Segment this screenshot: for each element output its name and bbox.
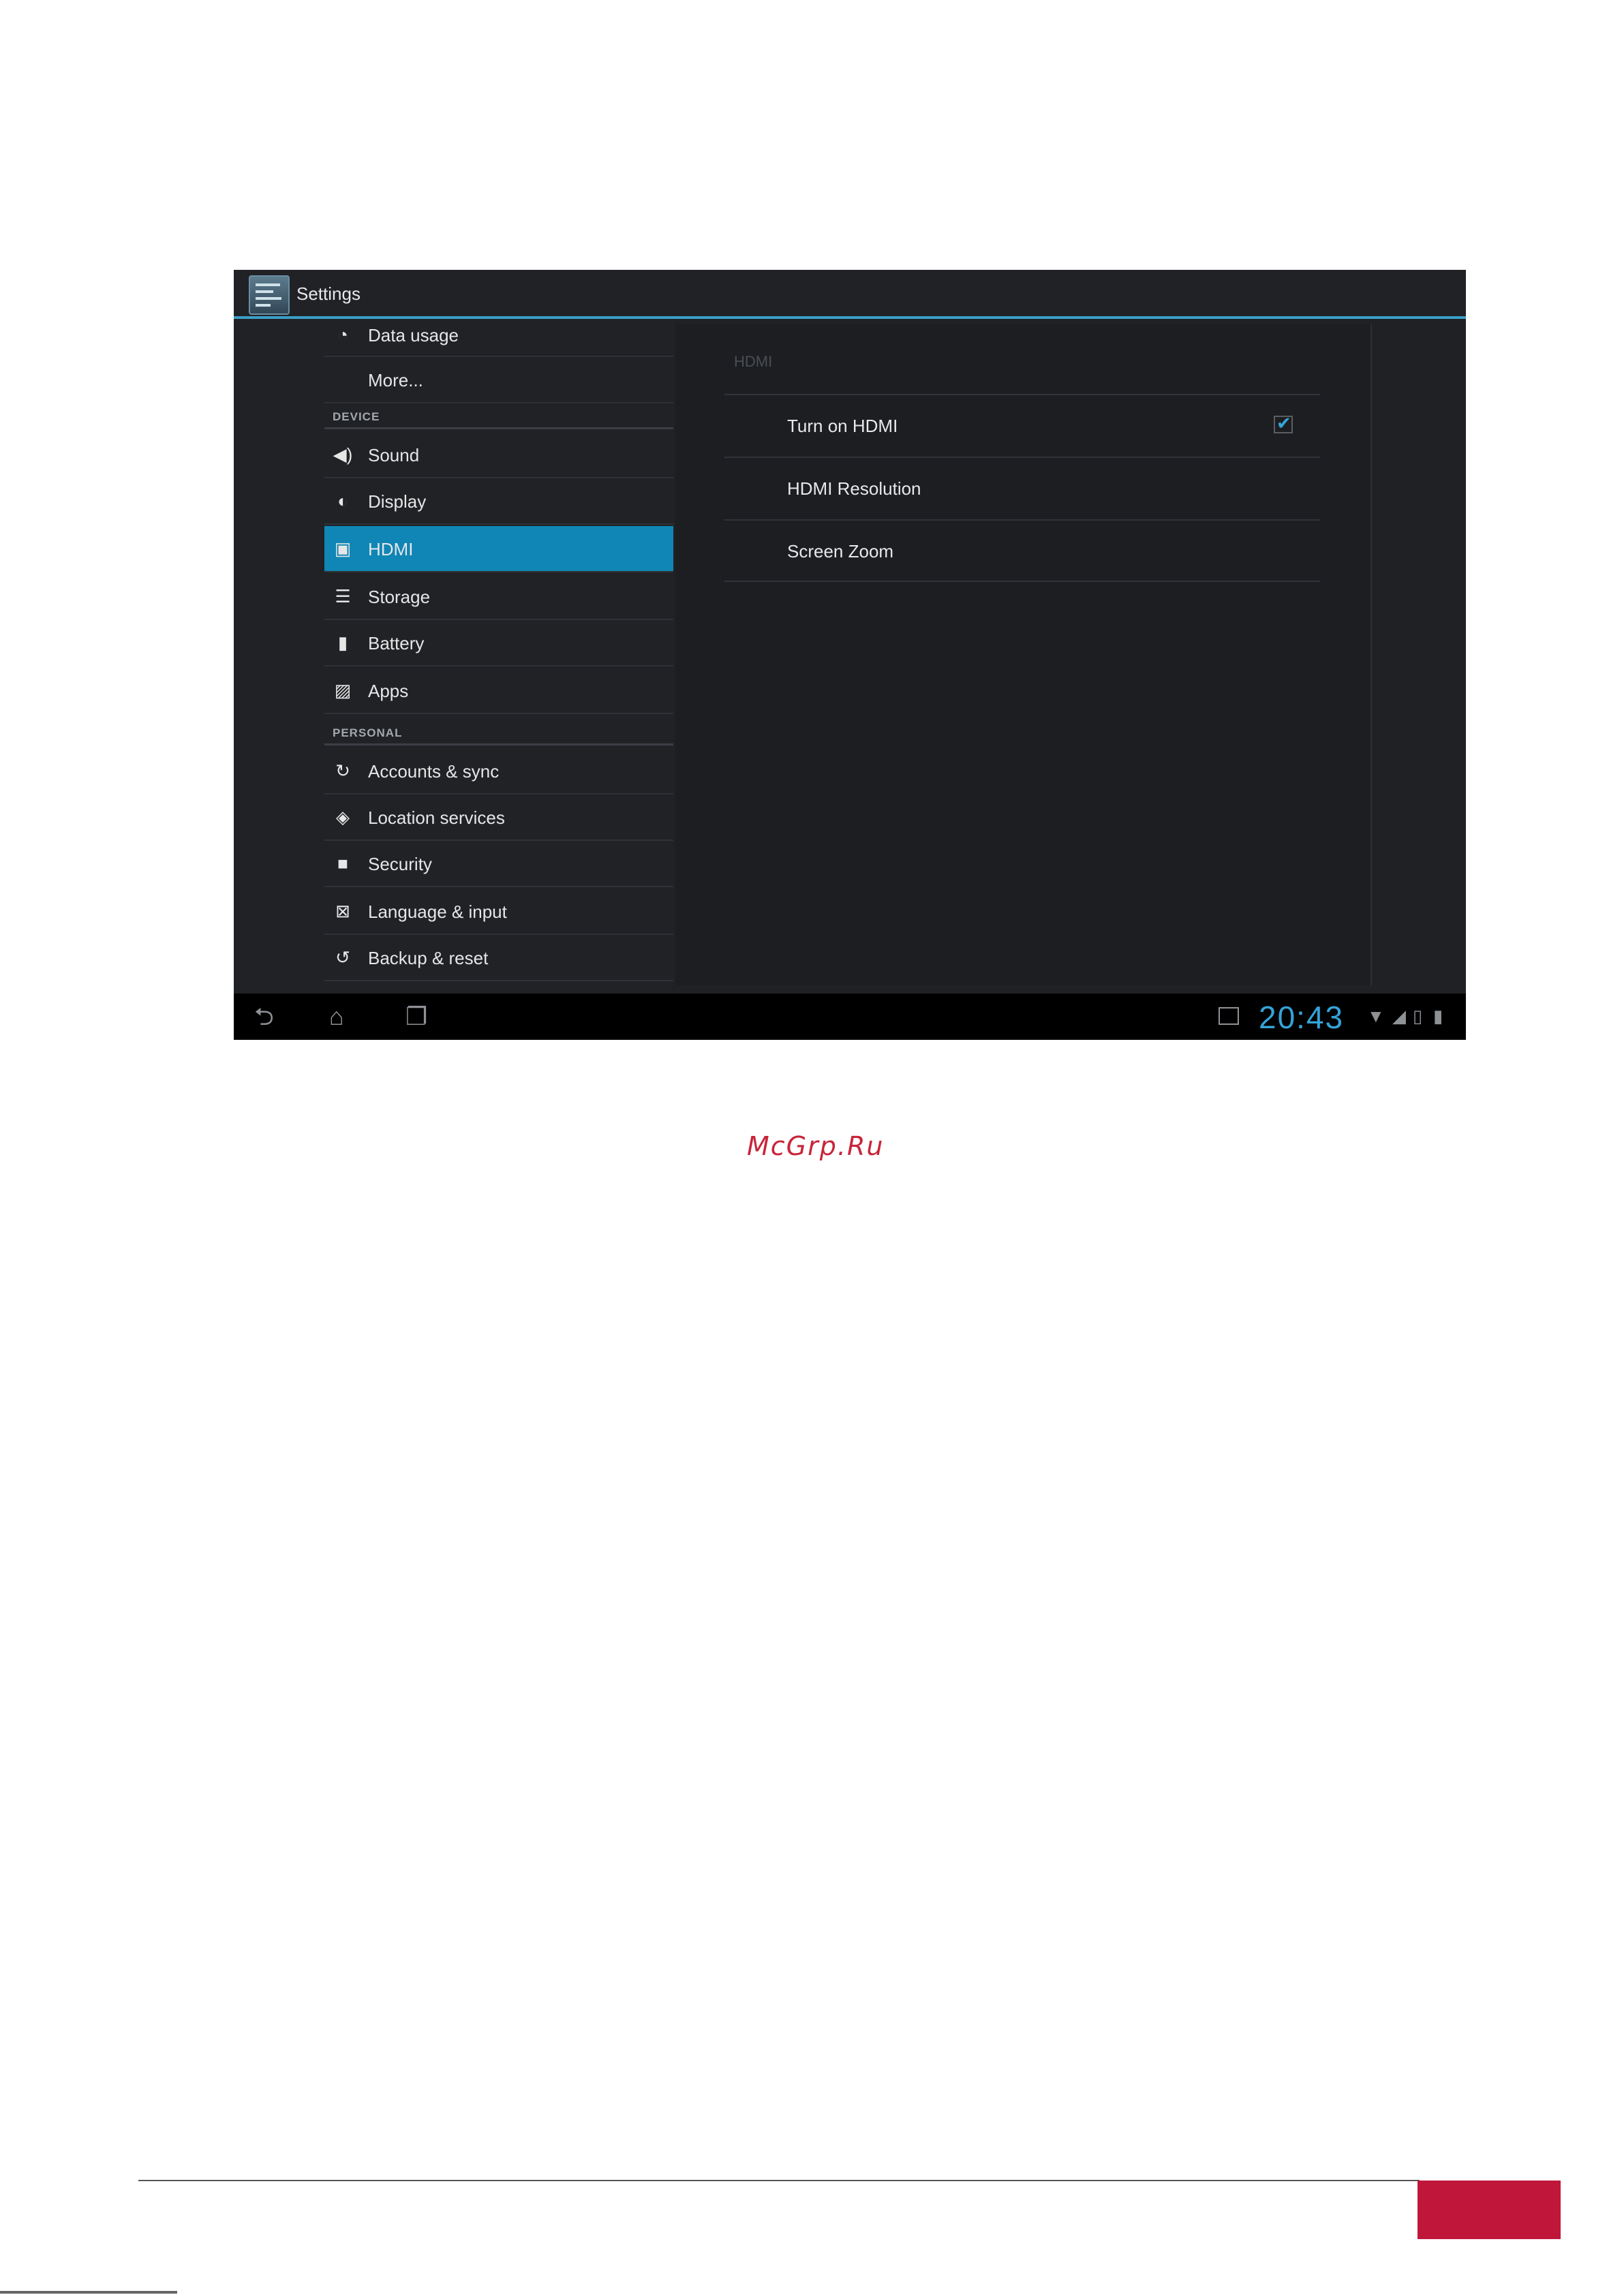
speaker-icon: ◀)	[333, 444, 353, 465]
sidebar-item-label: Accounts & sync	[368, 761, 500, 782]
sidebar-item-label: Security	[368, 854, 432, 874]
sidebar-item-battery[interactable]: ▮ Battery	[324, 620, 673, 666]
system-nav-bar: ⮌ ⌂ ❐ 20:43 ▼ ◢ ▯ ▮	[234, 994, 1466, 1040]
page-number-box	[1418, 2181, 1561, 2239]
setting-label: HDMI Resolution	[787, 478, 921, 499]
status-clock: 20:43	[1259, 1000, 1345, 1035]
sync-icon: ↻	[335, 760, 350, 781]
pie-chart-icon: ◔	[337, 324, 348, 345]
sidebar-item-more[interactable]: More...	[324, 357, 673, 403]
section-header-personal: PERSONAL	[324, 722, 673, 745]
section-header-device: DEVICE	[324, 406, 673, 429]
home-icon[interactable]: ⌂	[329, 1003, 344, 1030]
settings-app-icon[interactable]	[249, 275, 290, 315]
brightness-icon: ◐	[337, 491, 348, 511]
keyboard-icon: ⊠	[335, 901, 350, 921]
sidebar-item-label: Storage	[368, 587, 431, 607]
sidebar-item-storage[interactable]: ☰ Storage	[324, 574, 673, 620]
watermark: McGrp.Ru	[747, 1131, 885, 1161]
sidebar-item-label: Language & input	[368, 902, 507, 922]
footer-divider	[138, 2180, 1420, 2181]
battery-status-icon: ▮	[1433, 1006, 1443, 1026]
sidebar-item-apps[interactable]: ▨ Apps	[324, 668, 673, 714]
sidebar-item-security[interactable]: ■ Security	[324, 841, 673, 887]
lock-icon: ■	[337, 853, 348, 874]
sidebar-item-label: More...	[368, 370, 423, 390]
app-title: Settings	[296, 283, 361, 304]
wifi-icon: ▼	[1367, 1006, 1385, 1026]
sidebar-item-label: Battery	[368, 633, 425, 653]
setting-label: Screen Zoom	[787, 541, 894, 561]
sidebar-item-label: Display	[368, 491, 427, 512]
bluetooth-icon: ▯	[1413, 1006, 1423, 1026]
sidebar-item-accounts-sync[interactable]: ↻ Accounts & sync	[324, 748, 673, 795]
sidebar-item-label: Sound	[368, 445, 420, 465]
detail-title: HDMI	[734, 353, 773, 370]
bottom-rule	[0, 2291, 177, 2294]
setting-row-screen-zoom[interactable]: Screen Zoom	[724, 519, 1320, 582]
sidebar-item-hdmi[interactable]: ▣ HDMI	[324, 526, 673, 572]
apps-icon: ▨	[334, 680, 352, 700]
action-bar: Settings	[234, 270, 1466, 319]
back-icon[interactable]: ⮌	[254, 1003, 274, 1030]
setting-label: Turn on HDMI	[787, 416, 898, 436]
sidebar-item-data-usage[interactable]: ◔ Data usage	[324, 319, 673, 357]
setting-row-hdmi-resolution[interactable]: HDMI Resolution	[724, 457, 1320, 519]
signal-icon: ◢	[1392, 1006, 1406, 1026]
recent-apps-icon[interactable]: ❐	[405, 1003, 427, 1030]
sidebar-item-label: HDMI	[368, 539, 414, 559]
screenshot-notification-icon[interactable]	[1219, 1007, 1239, 1025]
sidebar-item-label: Location services	[368, 807, 505, 828]
sidebar-item-location-services[interactable]: ◈ Location services	[324, 795, 673, 841]
sidebar-item-language-input[interactable]: ⊠ Language & input	[324, 889, 673, 935]
storage-icon: ☰	[335, 586, 351, 606]
sidebar-item-sound[interactable]: ◀) Sound	[324, 432, 673, 478]
settings-sidebar: ◔ Data usage More... DEVICE ◀) Sound ◐ D…	[234, 319, 675, 985]
sidebar-item-backup-reset[interactable]: ↺ Backup & reset	[324, 935, 673, 981]
detail-pane: HDMI Turn on HDMI HDMI Resolution Screen…	[675, 324, 1372, 985]
hdmi-icon: ▣	[334, 538, 352, 559]
sidebar-item-label: Backup & reset	[368, 948, 489, 968]
hdmi-checkbox[interactable]	[1274, 413, 1293, 434]
setting-row-turn-on-hdmi[interactable]: Turn on HDMI	[724, 394, 1320, 457]
battery-icon: ▮	[337, 632, 348, 653]
location-icon: ◈	[336, 807, 350, 827]
sidebar-item-label: Apps	[368, 681, 409, 701]
tablet-screenshot: Settings ◔ Data usage More... DEVICE ◀) …	[234, 270, 1466, 1040]
sidebar-item-label: Data usage	[368, 325, 459, 345]
sidebar-item-display[interactable]: ◐ Display	[324, 478, 673, 525]
restore-icon: ↺	[335, 947, 350, 968]
